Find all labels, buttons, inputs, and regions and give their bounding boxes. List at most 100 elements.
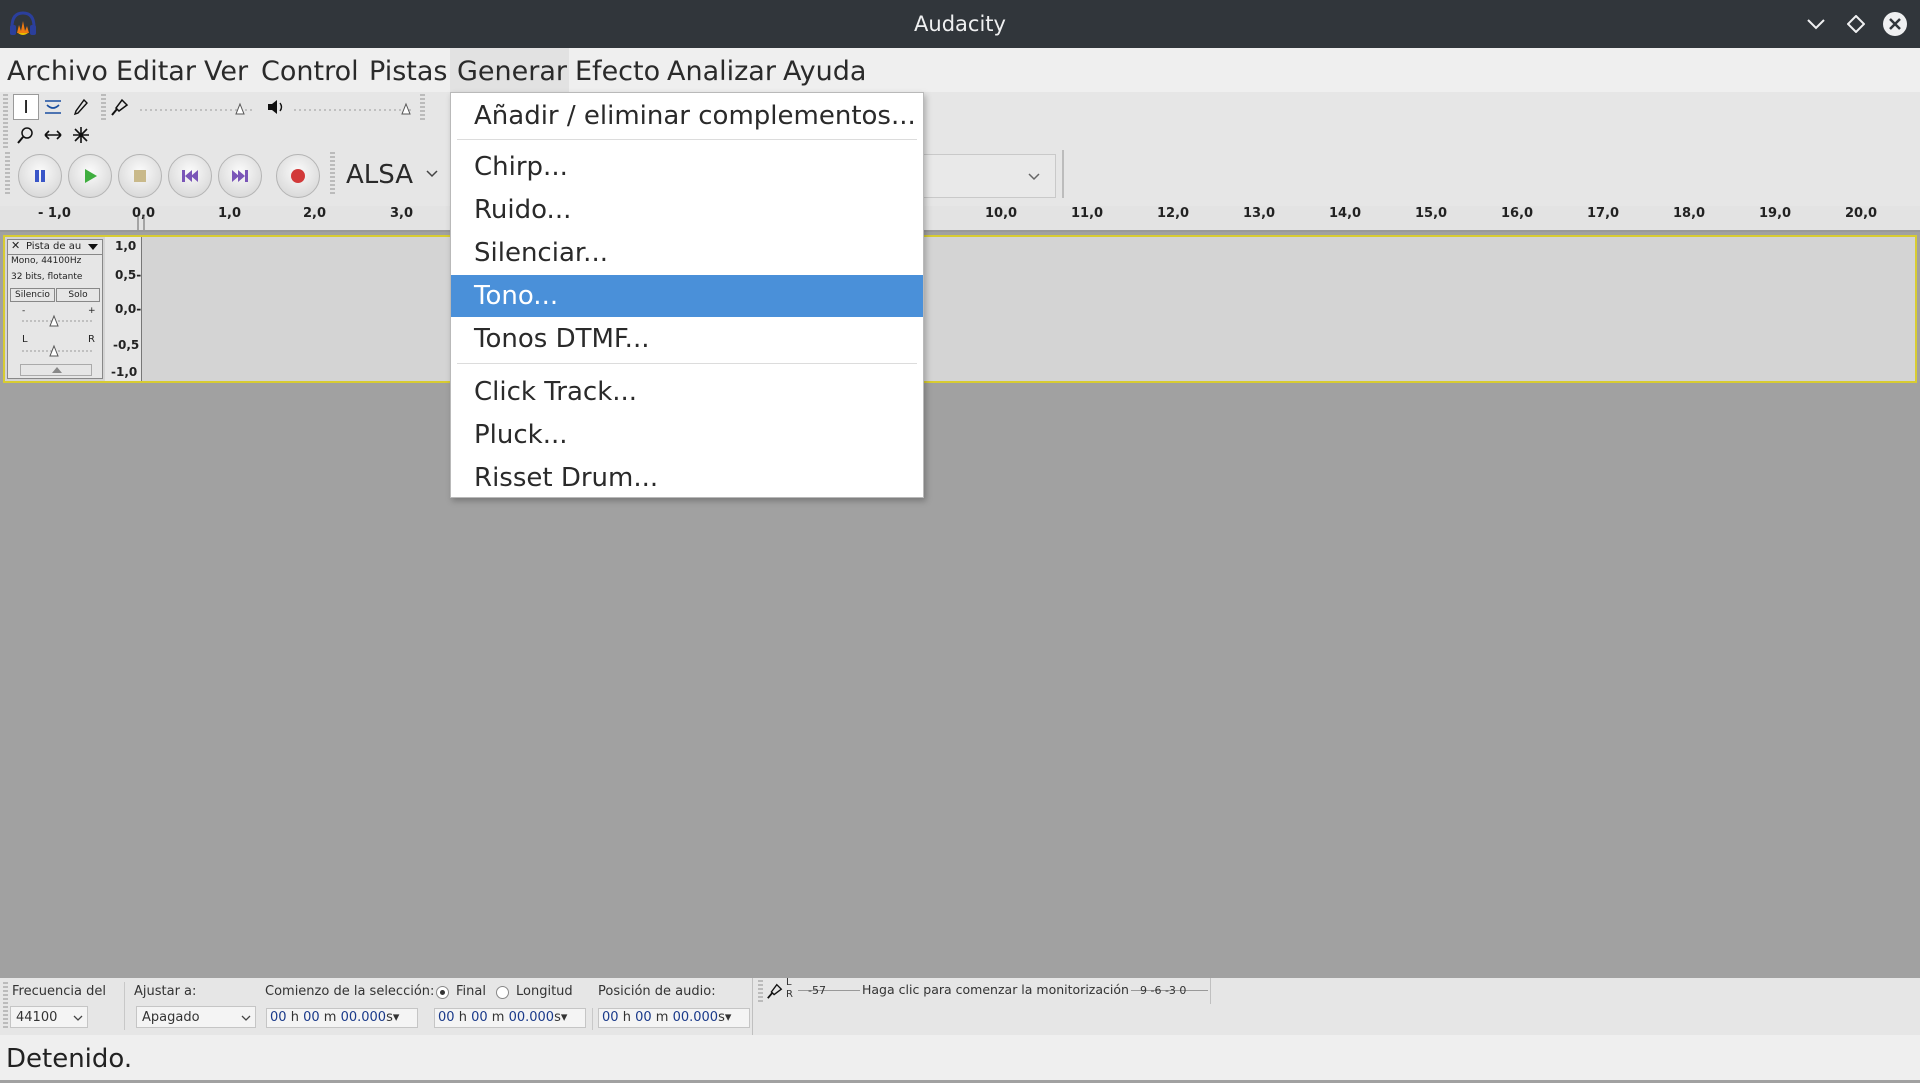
menu-bar: Archivo Editar Ver Control Pistas Genera… <box>0 48 1920 92</box>
timeshift-tool-icon[interactable] <box>40 122 66 148</box>
audio-host-select[interactable]: ALSA <box>340 156 444 194</box>
time-format-arrow-icon[interactable]: ▾ <box>393 1010 400 1025</box>
menu-separator <box>457 363 917 364</box>
generate-menu-dropdown: Añadir / eliminar complementos... Chirp.… <box>450 92 924 498</box>
menu-control[interactable]: Control <box>254 48 366 92</box>
menu-generar[interactable]: Generar <box>450 48 569 92</box>
menu-pistas[interactable]: Pistas <box>362 48 454 92</box>
menu-item-dtmf-tones[interactable]: Tonos DTMF... <box>451 318 923 360</box>
snap-to-select[interactable]: Apagado <box>136 1006 256 1028</box>
audio-host-value: ALSA <box>346 160 414 190</box>
toolbar-grip[interactable] <box>101 94 106 120</box>
toolbar-grip[interactable] <box>3 982 8 1030</box>
ruler-tick: 1,0 <box>218 206 242 221</box>
playhead-marker-icon[interactable] <box>136 216 146 230</box>
ruler-tick: 11,0 <box>1071 206 1104 221</box>
pause-icon <box>35 170 45 182</box>
snap-to-value: Apagado <box>142 1010 200 1025</box>
pause-button[interactable] <box>18 154 62 198</box>
selection-start-label: Comienzo de la selección: <box>265 984 435 999</box>
time-unit-m: m <box>655 1010 669 1025</box>
time-unit-m: m <box>491 1010 505 1025</box>
collapse-track-button[interactable] <box>20 364 92 376</box>
ruler-tick: 20,0 <box>1845 206 1878 221</box>
project-rate-label: Frecuencia del <box>12 984 106 999</box>
menu-item-pluck[interactable]: Pluck... <box>451 414 923 456</box>
ruler-tick: 2,0 <box>303 206 327 221</box>
recording-meter[interactable]: -57 Haga clic para comenzar la monitoriz… <box>798 980 1208 1002</box>
time-unit-s: s <box>718 1010 725 1025</box>
time-minutes: 00 <box>303 1010 320 1025</box>
selection-end-time[interactable]: 00 h 00 m 00.000s▾ <box>434 1008 586 1028</box>
end-radio[interactable] <box>436 986 449 999</box>
menu-ayuda[interactable]: Ayuda <box>776 48 873 92</box>
menu-item-risset-drum[interactable]: Risset Drum... <box>451 457 923 499</box>
time-unit-h: h <box>458 1010 467 1025</box>
waveform-area[interactable] <box>142 237 1915 381</box>
project-rate-select[interactable]: 44100 <box>10 1006 88 1028</box>
audio-track[interactable]: ✕ Pista de au Mono, 44100Hz 32 bits, flo… <box>3 235 1917 383</box>
toolbar-grip[interactable] <box>5 152 10 196</box>
pan-slider[interactable] <box>20 344 94 358</box>
record-button[interactable] <box>276 154 320 198</box>
menu-item-silence[interactable]: Silenciar... <box>451 232 923 274</box>
time-unit-s: s <box>386 1010 393 1025</box>
envelope-tool-icon[interactable] <box>40 94 66 120</box>
menu-item-add-remove-plugins[interactable]: Añadir / eliminar complementos... <box>451 93 923 139</box>
stop-button[interactable] <box>118 154 162 198</box>
time-seconds: 00.000 <box>672 1010 719 1025</box>
meter-right-channel-label: R <box>786 989 793 1000</box>
title-bar: Audacity <box>0 0 1920 48</box>
time-format-arrow-icon[interactable]: ▾ <box>561 1010 568 1025</box>
toolbar-grip[interactable] <box>330 152 335 196</box>
track-close-icon[interactable]: ✕ <box>11 239 20 252</box>
minimize-button[interactable] <box>1802 10 1830 38</box>
vertical-scale[interactable]: 1,0 0,5- 0,0- -0,5 -1,0 <box>105 237 142 381</box>
toolbar-grip[interactable] <box>3 94 8 150</box>
toolbar-grip[interactable] <box>758 980 763 1002</box>
ruler-tick: 3,0 <box>390 206 414 221</box>
recording-volume-slider[interactable] <box>140 100 254 118</box>
menu-editar[interactable]: Editar <box>109 48 203 92</box>
record-meter-microphone-icon[interactable] <box>766 982 784 1000</box>
menu-efecto[interactable]: Efecto <box>568 48 667 92</box>
toolbar-grip[interactable] <box>420 94 425 120</box>
ruler-tick: - 1,0 <box>38 206 71 221</box>
maximize-button[interactable] <box>1842 10 1870 38</box>
gain-slider[interactable] <box>20 314 94 328</box>
menu-item-click-track[interactable]: Click Track... <box>451 371 923 413</box>
zoom-tool-icon[interactable] <box>13 122 39 148</box>
audio-position-time[interactable]: 00 h 00 m 00.000s▾ <box>598 1008 750 1028</box>
play-icon <box>85 169 97 183</box>
time-seconds: 00.000 <box>340 1010 387 1025</box>
mute-button[interactable]: Silencio <box>10 288 55 302</box>
time-format-arrow-icon[interactable]: ▾ <box>725 1010 732 1025</box>
multi-tool-icon[interactable] <box>68 122 94 148</box>
menu-archivo[interactable]: Archivo <box>0 48 115 92</box>
menu-item-tone[interactable]: Tono... <box>451 275 923 317</box>
selection-start-time[interactable]: 00 h 00 m 00.000s▾ <box>266 1008 418 1028</box>
skip-to-start-button[interactable] <box>168 154 212 198</box>
menu-item-chirp[interactable]: Chirp... <box>451 146 923 188</box>
project-rate-value: 44100 <box>16 1010 58 1025</box>
skip-end-icon <box>232 170 248 182</box>
play-button[interactable] <box>68 154 112 198</box>
selection-tool-icon[interactable]: I <box>13 94 39 120</box>
length-radio[interactable] <box>496 986 509 999</box>
track-menu-arrow-icon[interactable] <box>88 244 98 250</box>
playback-volume-slider[interactable] <box>294 100 414 118</box>
skip-to-end-button[interactable] <box>218 154 262 198</box>
menu-item-noise[interactable]: Ruido... <box>451 189 923 231</box>
solo-button[interactable]: Solo <box>56 288 100 302</box>
close-window-button[interactable] <box>1881 10 1909 38</box>
menu-analizar[interactable]: Analizar <box>660 48 783 92</box>
meter-monitoring-hint[interactable]: Haga clic para comenzar la monitorizació… <box>860 982 1131 997</box>
toolbar-divider <box>1210 978 1211 1004</box>
track-name[interactable]: Pista de au <box>26 241 81 252</box>
draw-tool-icon[interactable] <box>68 94 94 120</box>
scale-label: 0,5- <box>115 268 142 282</box>
menu-ver[interactable]: Ver <box>197 48 255 92</box>
timeline-ruler[interactable]: - 1,0 0,0 1,0 2,0 3,0 10,0 11,0 12,0 13,… <box>0 206 1920 232</box>
radio-dot <box>440 990 445 995</box>
device-select[interactable] <box>924 154 1056 198</box>
